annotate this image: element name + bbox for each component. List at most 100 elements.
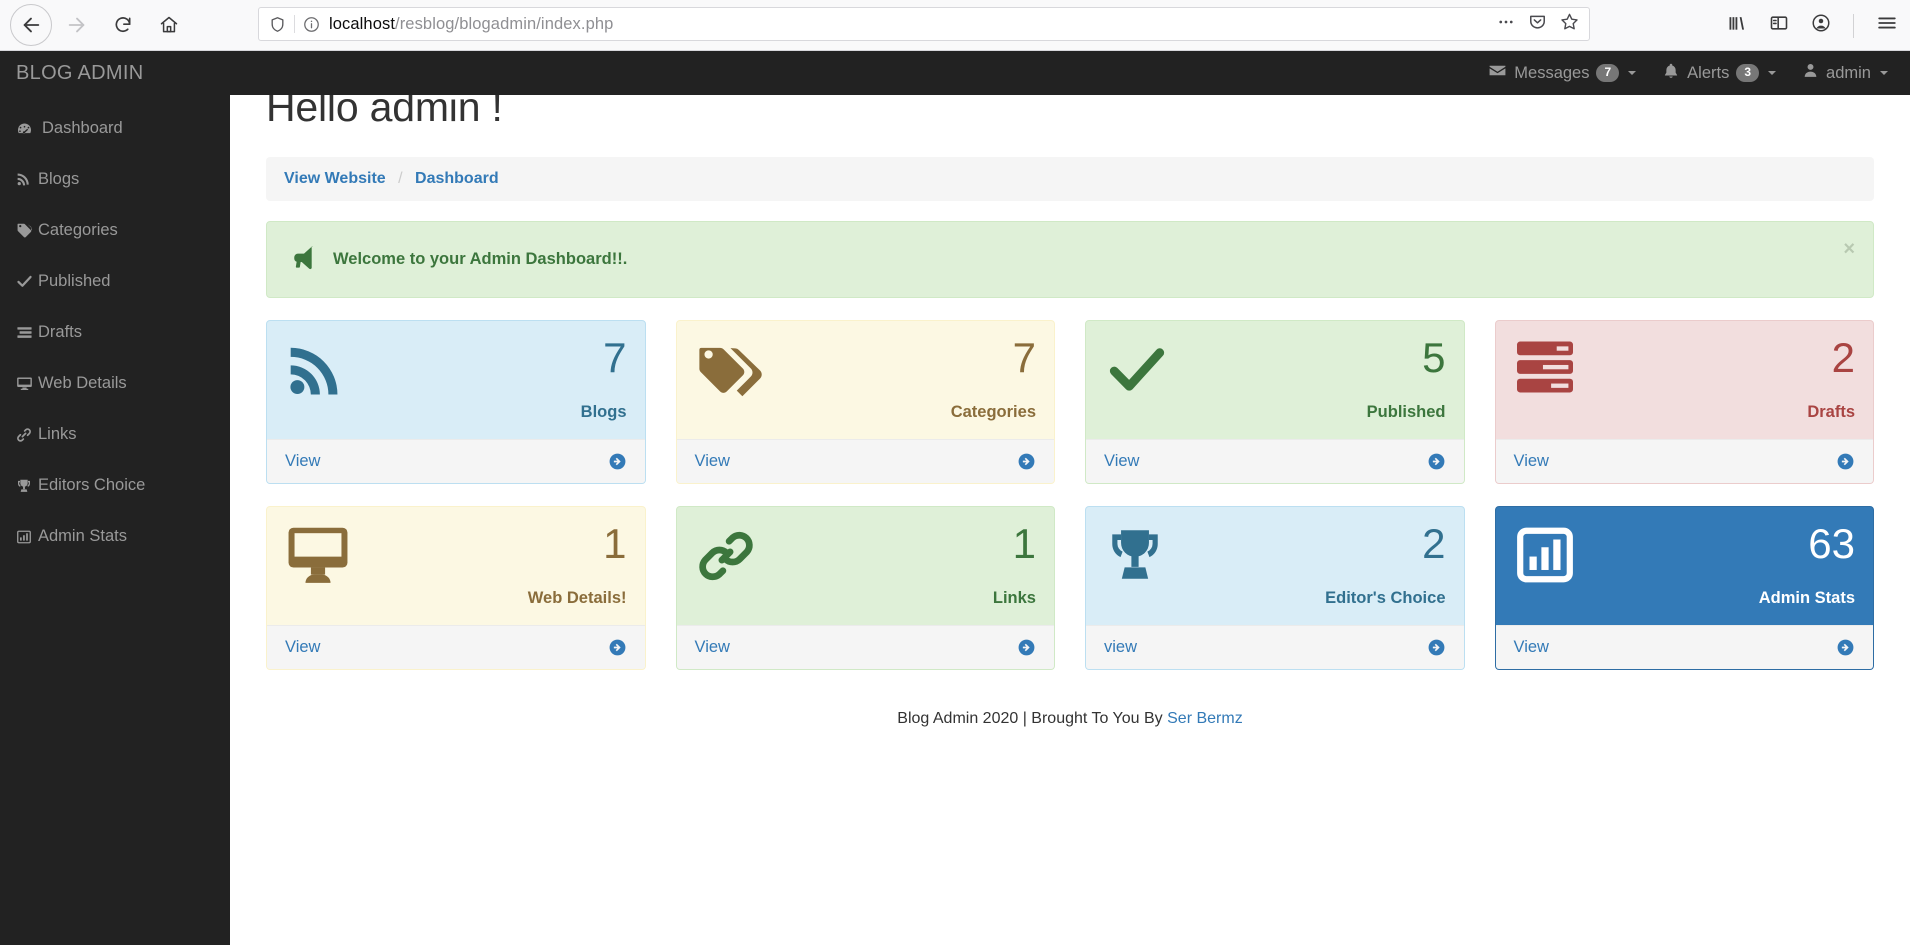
stat-card-view-label: View: [1513, 638, 1549, 656]
stat-card-view-label: View: [285, 452, 321, 470]
sidebar-item-label: Admin Stats: [38, 527, 127, 545]
bell-icon: [1662, 62, 1680, 85]
stat-card-values: 2 Editor's Choice: [1325, 521, 1445, 608]
stat-card-admin-stats[interactable]: 63 Admin Stats View: [1494, 506, 1874, 670]
sidebar-item-web-details[interactable]: Web Details: [0, 358, 230, 409]
breadcrumb-view-website[interactable]: View Website: [284, 170, 386, 187]
stat-card-label: Admin Stats: [1758, 589, 1855, 607]
footer-author-link[interactable]: Ser Bermz: [1167, 710, 1243, 727]
info-circle-icon[interactable]: [303, 16, 320, 33]
desktop-icon: [16, 375, 36, 392]
bar-chart-icon: [1514, 521, 1576, 590]
hamburger-menu-icon[interactable]: [1876, 12, 1898, 39]
stat-card-view-link[interactable]: View: [267, 439, 645, 483]
stat-card-view-link[interactable]: View: [1495, 625, 1873, 669]
sidebar-menu: Dashboard Blogs Categories Published Dra…: [0, 51, 230, 562]
address-bar[interactable]: localhost/resblog/blogadmin/index.php: [258, 7, 1590, 41]
stat-card-label: Drafts: [1807, 403, 1855, 421]
arrow-circle-right-icon: [1836, 638, 1855, 657]
sidebar-item-categories[interactable]: Categories: [0, 205, 230, 256]
stat-card-count: 7: [603, 334, 627, 381]
back-button[interactable]: [10, 4, 52, 46]
sidebar-item-dashboard[interactable]: Dashboard: [0, 103, 230, 154]
stat-card-view-link[interactable]: View: [1495, 439, 1873, 483]
account-icon[interactable]: [1811, 13, 1831, 38]
welcome-alert-message: Welcome to your Admin Dashboard!!.: [333, 250, 628, 268]
pocket-icon[interactable]: [1528, 12, 1547, 36]
rss-icon: [16, 172, 36, 187]
stat-card-editors-choice[interactable]: 2 Editor's Choice view: [1085, 506, 1465, 670]
forward-button[interactable]: [56, 4, 98, 46]
stat-card-view-link[interactable]: View: [676, 625, 1054, 669]
arrow-circle-right-icon: [1017, 638, 1036, 657]
sidebar-item-editors-choice[interactable]: Editors Choice: [0, 460, 230, 511]
alerts-dropdown[interactable]: Alerts 3: [1662, 62, 1777, 85]
stat-card-view-link[interactable]: View: [1086, 439, 1464, 483]
reload-icon: [113, 15, 133, 35]
stat-card-label: Editor's Choice: [1325, 589, 1446, 607]
bar-chart-icon: [16, 529, 36, 545]
stat-card-view-label: View: [1104, 452, 1140, 470]
url-text: localhost/resblog/blogadmin/index.php: [329, 15, 1497, 34]
stat-card-values: 7 Categories: [951, 335, 1036, 422]
address-bar-container: localhost/resblog/blogadmin/index.php: [258, 7, 1590, 41]
arrow-circle-right-icon: [1427, 452, 1446, 471]
stat-card-values: 1 Web Details!: [528, 521, 627, 608]
footer: Blog Admin 2020 | Brought To You By Ser …: [266, 710, 1874, 728]
sidebar-item-published[interactable]: Published: [0, 256, 230, 307]
address-bar-actions: [1497, 12, 1583, 36]
stat-card-published[interactable]: 5 Published View: [1085, 320, 1465, 484]
messages-dropdown[interactable]: Messages 7: [1488, 61, 1637, 85]
forward-arrow-icon: [66, 14, 88, 36]
stat-card-values: 5 Published: [1367, 335, 1446, 422]
stat-cards-row-1: 7 Blogs View 7 Categories View 5 Publish…: [266, 320, 1874, 484]
stat-card-count: 1: [603, 520, 627, 567]
close-icon[interactable]: ×: [1843, 238, 1855, 261]
stat-card-values: 1 Links: [993, 521, 1036, 608]
stat-card-view-link[interactable]: View: [267, 625, 645, 669]
stat-card-view-label: View: [694, 452, 730, 470]
stat-card-count: 5: [1422, 334, 1446, 381]
stat-card-drafts[interactable]: 2 Drafts View: [1494, 320, 1874, 484]
user-icon: [1802, 62, 1819, 84]
stat-card-web-details[interactable]: 1 Web Details! View: [266, 506, 646, 670]
sidebar-item-admin-stats[interactable]: Admin Stats: [0, 511, 230, 562]
messages-badge: 7: [1596, 64, 1620, 82]
breadcrumb: View Website / Dashboard: [266, 157, 1874, 201]
stat-card-label: Web Details!: [527, 589, 627, 607]
arrow-circle-right-icon: [1836, 452, 1855, 471]
check-icon: [1104, 335, 1170, 406]
library-icon[interactable]: [1727, 13, 1747, 38]
chevron-down-icon: [1880, 71, 1888, 75]
stat-card-view-link[interactable]: view: [1086, 625, 1464, 669]
arrow-circle-right-icon: [1427, 638, 1446, 657]
sidebar-item-blogs[interactable]: Blogs: [0, 154, 230, 205]
sidebar-item-label: Editors Choice: [38, 476, 146, 494]
stat-card-blogs[interactable]: 7 Blogs View: [266, 320, 646, 484]
sidebar-item-label: Published: [38, 272, 111, 290]
reload-button[interactable]: [102, 4, 144, 46]
url-host: localhost: [329, 14, 396, 33]
stat-card-count: 2: [1422, 520, 1446, 567]
sidebar: Dashboard Blogs Categories Published Dra…: [0, 51, 230, 945]
stat-card-categories[interactable]: 7 Categories View: [675, 320, 1055, 484]
star-icon[interactable]: [1560, 12, 1579, 36]
sidebar-toggle-icon[interactable]: [1769, 13, 1789, 38]
shield-icon[interactable]: [269, 16, 286, 33]
ellipsis-icon[interactable]: [1497, 13, 1515, 36]
admin-topnav: BLOG ADMIN Messages 7 Alerts 3 admin: [0, 51, 1910, 95]
stat-card-label: Categories: [950, 403, 1036, 421]
sidebar-item-label: Web Details: [38, 374, 127, 392]
brand-title[interactable]: BLOG ADMIN: [0, 62, 230, 85]
user-dropdown[interactable]: admin: [1802, 62, 1888, 84]
home-button[interactable]: [148, 4, 190, 46]
stat-card-view-link[interactable]: View: [676, 439, 1054, 483]
stat-card-links[interactable]: 1 Links View: [675, 506, 1055, 670]
sidebar-item-drafts[interactable]: Drafts: [0, 307, 230, 358]
user-label: admin: [1826, 63, 1871, 82]
sidebar-item-label: Links: [38, 425, 77, 443]
breadcrumb-dashboard[interactable]: Dashboard: [415, 170, 499, 187]
sidebar-item-label: Dashboard: [42, 119, 123, 137]
sidebar-item-links[interactable]: Links: [0, 409, 230, 460]
tag-icon: [16, 222, 36, 239]
